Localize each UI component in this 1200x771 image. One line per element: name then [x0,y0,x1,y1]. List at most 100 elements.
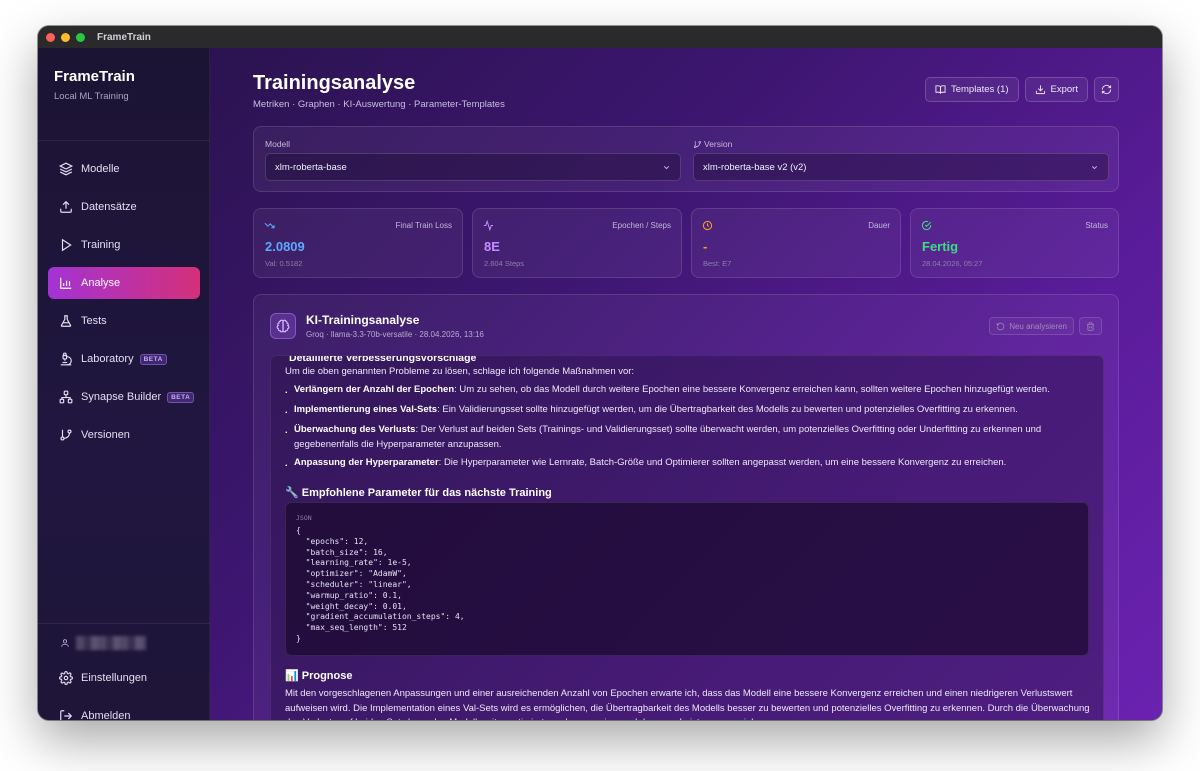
stat-value: Fertig [922,239,959,254]
templates-button[interactable]: Templates (1) [924,77,1019,102]
sidebar-bottom-nav: Einstellungen Abmelden [48,662,200,720]
sidebar-item-laboratory[interactable]: Laboratory BETA [48,343,200,375]
sidebar-item-datensaetze[interactable]: Datensätze [48,191,200,223]
close-window-button[interactable] [46,32,55,42]
user-icon [61,639,69,647]
ai-analysis-title: KI-Trainingsanalyse [306,313,420,327]
model-select[interactable]: xlm-roberta-base [265,153,681,181]
sidebar-item-label: Synapse Builder [81,391,162,403]
json-code: { "epochs": 12, "batch_size": 16, "learn… [296,526,465,643]
stat-card-final-train-loss: Final Train Loss 2.0809 Val: 0.5182 [253,208,463,278]
bullet-bold: Verlängern der Anzahl der Epochen [294,384,455,395]
reanalyze-button[interactable]: Neu analysieren [989,317,1074,335]
version-select[interactable]: xlm-roberta-base v2 (v2) [693,153,1109,181]
stat-label: Epochen / Steps [612,221,671,230]
stat-card-epochs-steps: Epochen / Steps 8E 2.604 Steps [472,208,682,278]
header-actions: Templates (1) Export [924,77,1119,102]
stat-value: 8E [484,239,500,254]
model-label: Modell [265,139,291,149]
sidebar-item-modelle[interactable]: Modelle [48,153,200,185]
refresh-icon [1101,84,1112,95]
sidebar-item-einstellungen[interactable]: Einstellungen [48,662,200,694]
stat-label: Final Train Loss [395,221,452,230]
sidebar-item-label: Versionen [81,429,130,441]
version-label-wrap: Version [693,139,732,149]
stat-label: Status [1085,221,1108,230]
app-window: FrameTrain FrameTrain Local ML Training … [38,26,1162,720]
check-circle-icon [921,220,932,231]
clock-icon [702,220,713,231]
list-item: Anpassung der Hyperparameter: Die Hyperp… [285,456,1085,471]
delete-analysis-button[interactable] [1079,317,1102,335]
sidebar-item-label: Analyse [81,277,121,289]
brand: FrameTrain Local ML Training [54,68,135,102]
export-button[interactable]: Export [1024,77,1088,102]
book-open-icon [935,85,946,94]
logout-icon [60,710,73,720]
sidebar-item-label: Tests [81,315,107,327]
stat-card-duration: Dauer - Best: E7 [691,208,901,278]
sidebar-divider [38,623,210,624]
play-icon [61,238,72,252]
ai-analysis-card: KI-Trainingsanalyse Groq · llama-3.3-70b… [253,294,1119,720]
bullet-text: : Um zu sehen, ob das Modell durch weite… [454,384,1050,395]
main-content: Trainingsanalyse Metriken · Graphen · KI… [210,48,1162,720]
sidebar-item-label: Datensätze [81,201,137,213]
reanalyze-label: Neu analysieren [1009,321,1067,331]
stat-card-status: Status Fertig 28.04.2026, 05:27 [910,208,1119,278]
chevron-down-icon [1091,166,1098,170]
stat-value: - [703,239,708,254]
rotate-icon [996,322,1005,330]
brain-icon [276,319,290,333]
sidebar-item-label: Laboratory [81,353,134,365]
version-select-value: xlm-roberta-base v2 (v2) [703,161,807,173]
upload-icon [60,200,72,213]
forecast-heading: 📊 Prognose [285,670,353,682]
git-branch-icon [693,140,702,148]
maximize-window-button[interactable] [76,32,85,42]
chevron-down-icon [663,166,670,170]
bullet-bold: Überwachung des Verlusts [294,424,416,435]
sidebar-item-synapse-builder[interactable]: Synapse Builder BETA [48,381,200,413]
forecast-text: Mit den vorgeschlagenen Anpassungen und … [285,688,1090,720]
refresh-button[interactable] [1094,77,1119,102]
beta-badge: BETA [167,391,195,403]
download-icon [1035,85,1045,95]
page-title: Trainingsanalyse [253,72,416,94]
version-label: Version [704,139,733,149]
params-heading: 🔧 Empfohlene Parameter für das nächste T… [285,487,552,499]
sidebar-item-analyse[interactable]: Analyse [48,267,200,299]
templates-button-label: Templates (1) [950,84,1009,95]
sidebar-item-training[interactable]: Training [48,229,200,261]
sidebar-item-label: Einstellungen [81,672,148,684]
bullet-text: : Die Hyperparameter wie Lernrate, Batch… [438,457,1007,468]
list-item: Überwachung des Verlusts: Der Verlust au… [285,423,1085,452]
flask-icon [60,315,72,327]
minimize-window-button[interactable] [61,32,70,42]
model-select-value: xlm-roberta-base [275,161,347,173]
sidebar-item-abmelden[interactable]: Abmelden [48,700,200,720]
sidebar-item-label: Modelle [81,163,120,175]
json-code-block: JSON { "epochs": 12, "batch_size": 16, "… [285,502,1089,656]
bullet-bold: Anpassung der Hyperparameter [294,457,439,468]
sidebar-divider [38,140,210,141]
ai-analysis-content[interactable]: Detaillierte Verbesserungsvorschläge Um … [270,355,1104,720]
stat-sub: 2.604 Steps [484,259,525,268]
sidebar-item-tests[interactable]: Tests [48,305,200,337]
beta-badge: BETA [139,353,167,365]
activity-icon [483,220,494,231]
trending-down-icon [264,222,275,229]
layers-icon [59,162,73,176]
title-bar: FrameTrain [38,26,1162,48]
sidebar-item-label: Abmelden [81,710,131,720]
user-info [60,636,146,650]
stat-sub: Val: 0.5182 [265,259,303,268]
ai-analysis-meta: Groq · llama-3.3-70b-versatile · 28.04.2… [306,330,484,339]
microscope-icon [60,352,72,366]
brand-subtitle: Local ML Training [54,91,129,102]
ai-analysis-actions: Neu analysieren [989,317,1102,335]
stat-value: 2.0809 [265,239,305,254]
blurred-username [76,636,146,650]
sidebar-item-versionen[interactable]: Versionen [48,419,200,451]
sidebar-item-label: Training [81,239,121,251]
